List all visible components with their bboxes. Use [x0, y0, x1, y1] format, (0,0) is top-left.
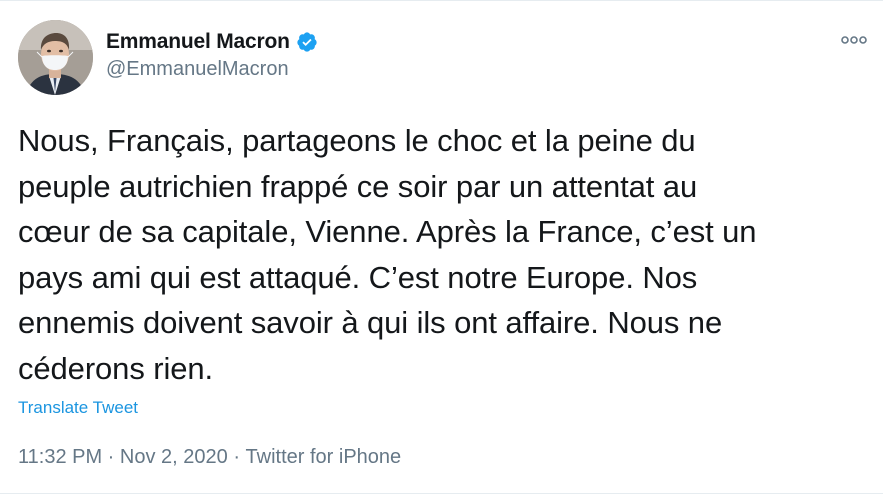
more-options-icon[interactable] [841, 33, 867, 47]
author-handle[interactable]: @EmmanuelMacron [106, 58, 289, 81]
bottom-divider [0, 493, 883, 494]
tweet-text: Nous, Français, partageons le choc et la… [18, 123, 757, 386]
author-display-name[interactable]: Emmanuel Macron [106, 30, 290, 54]
tweet-time[interactable]: 11:32 PM [18, 446, 102, 469]
tweet-source[interactable]: Twitter for iPhone [246, 446, 402, 469]
tweet-metadata: 11:32 PM · Nov 2, 2020 · Twitter for iPh… [18, 446, 401, 469]
verified-badge-icon [297, 32, 317, 52]
author-avatar[interactable] [18, 20, 93, 95]
top-divider [0, 0, 883, 1]
author-name-row[interactable]: Emmanuel Macron [106, 29, 318, 55]
tweet-date[interactable]: Nov 2, 2020 [120, 446, 228, 469]
meta-separator: · [102, 446, 120, 468]
avatar-portrait-icon [18, 20, 93, 95]
meta-separator: · [227, 446, 246, 468]
tweet-card: Emmanuel Macron @EmmanuelMacron Nous, Fr… [0, 0, 883, 500]
translate-tweet-link[interactable]: Translate Tweet [18, 398, 138, 418]
